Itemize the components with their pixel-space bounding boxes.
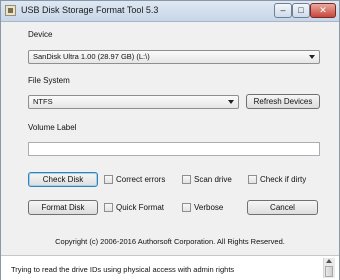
app-window: USB Disk Storage Format Tool 5.3 – □ ✕ D… (0, 0, 340, 280)
copyright-text: Copyright (c) 2006-2016 Authorsoft Corpo… (55, 237, 285, 246)
log-scrollbar[interactable] (323, 258, 335, 278)
quick-format-label: Quick Format (116, 203, 165, 212)
maximize-button[interactable]: □ (292, 3, 310, 18)
verbose-checkbox[interactable] (182, 203, 191, 212)
quick-format-checkbox[interactable] (104, 203, 113, 212)
window-title: USB Disk Storage Format Tool 5.3 (21, 5, 159, 15)
title-bar[interactable]: USB Disk Storage Format Tool 5.3 – □ ✕ (1, 1, 339, 22)
volume-label-label: Volume Label (28, 123, 77, 132)
verbose-label: Verbose (194, 203, 224, 212)
device-label: Device (28, 30, 53, 39)
scroll-up-icon[interactable] (326, 259, 332, 263)
device-selected-value: SanDisk Ultra 1.00 (28.97 GB) (L:\) (33, 52, 150, 61)
scan-drive-label: Scan drive (194, 175, 232, 184)
scan-drive-checkbox[interactable] (182, 175, 191, 184)
log-panel[interactable]: Trying to read the drive IDs using physi… (1, 255, 339, 280)
chevron-down-icon (228, 100, 234, 104)
refresh-devices-button[interactable]: Refresh Devices (246, 94, 320, 109)
chevron-down-icon (309, 55, 315, 59)
scroll-thumb[interactable] (325, 266, 333, 277)
file-system-selected-value: NTFS (33, 97, 53, 106)
volume-label-input[interactable] (28, 142, 320, 156)
file-system-label: File System (28, 76, 70, 85)
correct-errors-checkbox[interactable] (104, 175, 113, 184)
check-if-dirty-checkbox[interactable] (248, 175, 257, 184)
format-disk-button[interactable]: Format Disk (28, 200, 98, 215)
close-button[interactable]: ✕ (310, 3, 336, 18)
app-icon (5, 5, 16, 16)
check-disk-button[interactable]: Check Disk (28, 172, 98, 187)
file-system-dropdown[interactable]: NTFS (28, 95, 239, 109)
main-panel: Device SanDisk Ultra 1.00 (28.97 GB) (L:… (9, 24, 331, 248)
correct-errors-label: Correct errors (116, 175, 166, 184)
log-line: Trying to read the drive IDs using physi… (11, 265, 235, 274)
minimize-button[interactable]: – (274, 3, 292, 18)
cancel-button[interactable]: Cancel (247, 200, 318, 215)
device-dropdown[interactable]: SanDisk Ultra 1.00 (28.97 GB) (L:\) (28, 50, 320, 64)
check-if-dirty-label: Check if dirty (260, 175, 307, 184)
